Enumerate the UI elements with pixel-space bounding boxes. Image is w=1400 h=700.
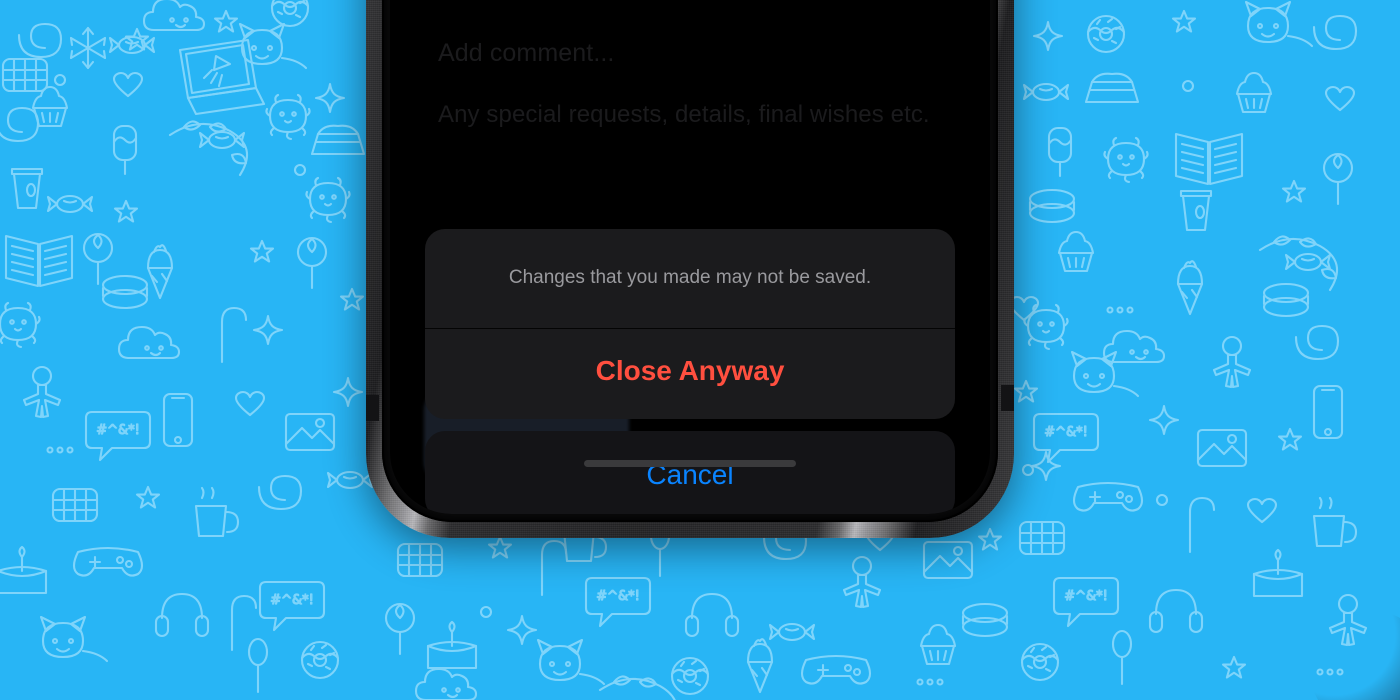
cancel-button[interactable]: Cancel <box>425 430 955 514</box>
antenna-band-right <box>1001 385 1014 411</box>
alert-dialog: Changes that you made may not be saved. … <box>425 229 955 514</box>
comment-input-placeholder[interactable]: Add comment... <box>438 39 614 68</box>
phone-screen: Add comment... Any special requests, det… <box>390 0 990 514</box>
alert-divider <box>425 327 955 329</box>
alert-message-text: Changes that you made may not be saved. <box>508 267 872 288</box>
comment-hint-text: Any special requests, details, final wis… <box>438 101 930 128</box>
alert-panel: Changes that you made may not be saved. … <box>425 229 955 419</box>
close-anyway-button[interactable]: Close Anyway <box>425 329 955 419</box>
phone-device-frame: Add comment... Any special requests, det… <box>366 0 1014 538</box>
antenna-band-left <box>366 395 379 421</box>
home-indicator[interactable] <box>584 460 796 467</box>
